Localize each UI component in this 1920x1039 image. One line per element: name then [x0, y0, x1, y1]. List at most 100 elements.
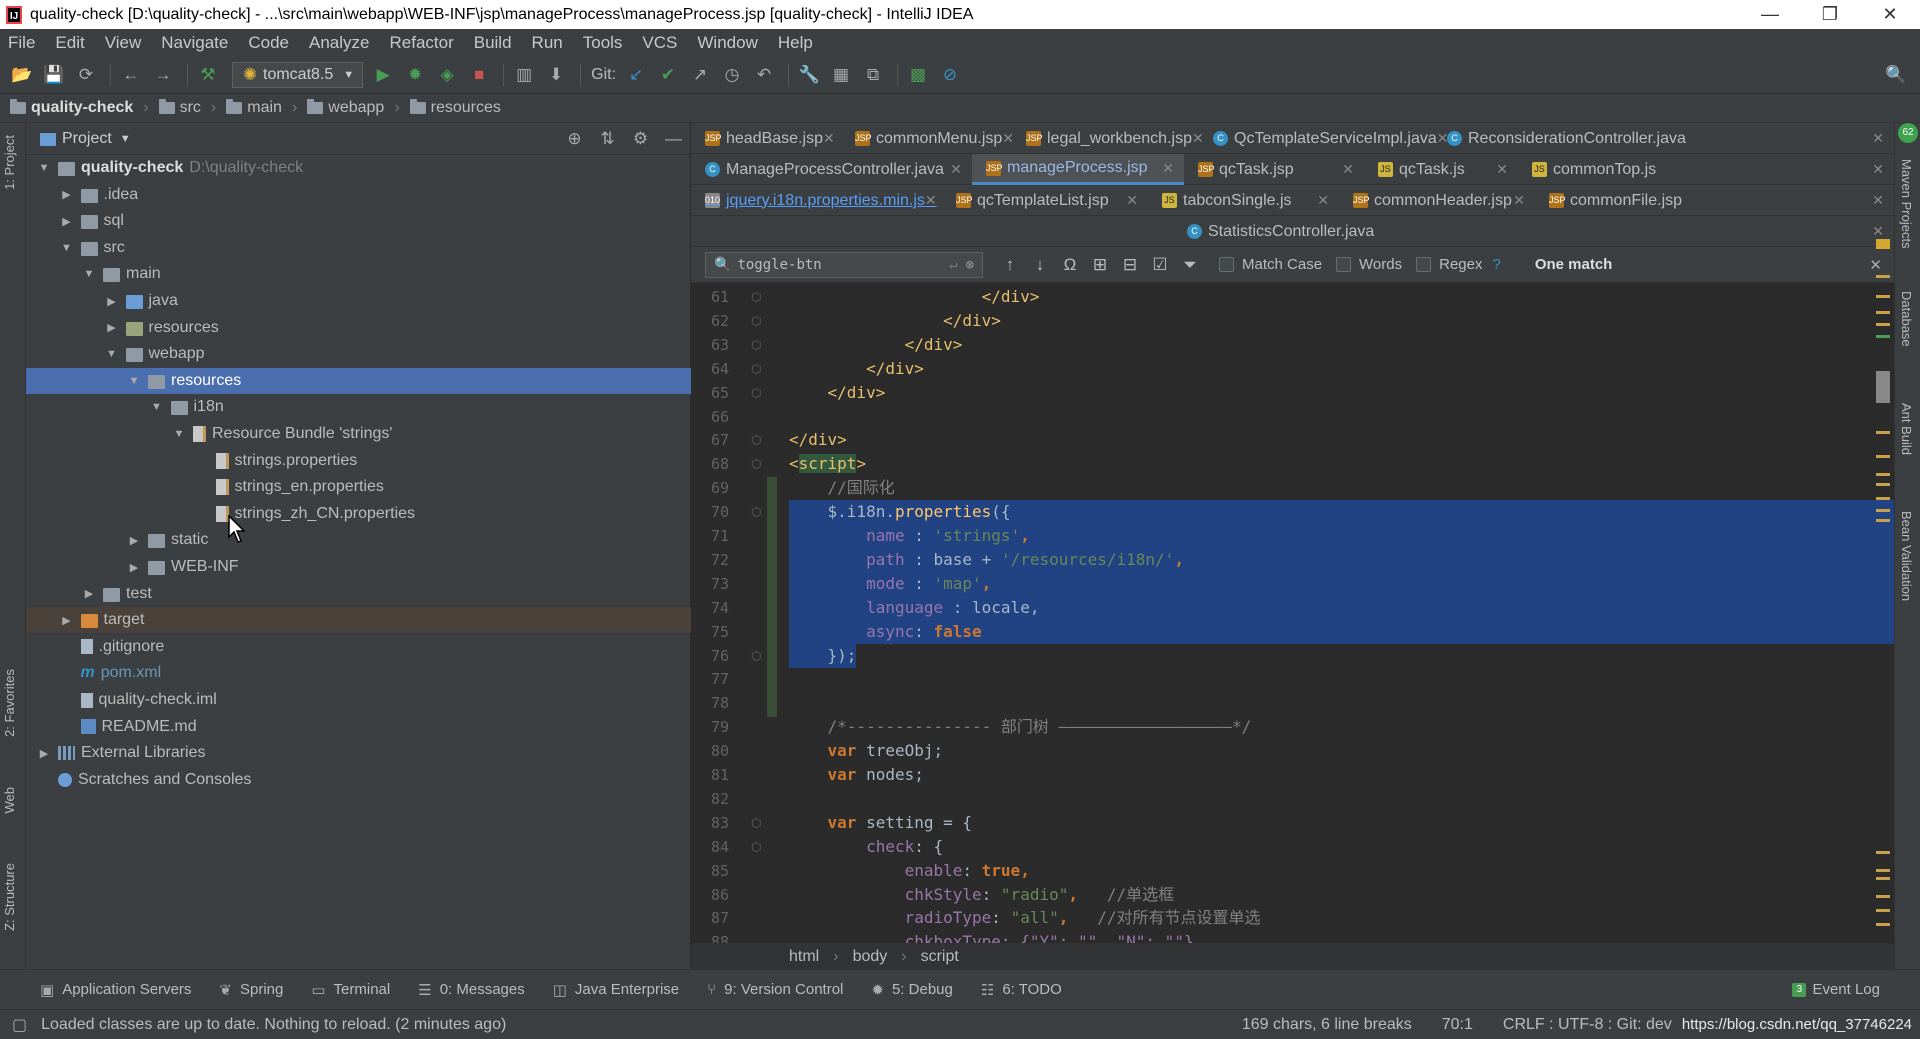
crumb-script[interactable]: script — [921, 948, 959, 966]
close-find-icon[interactable]: ✕ — [1869, 256, 1882, 274]
menu-refactor[interactable]: Refactor — [389, 33, 453, 53]
close-tab-icon[interactable]: ✕ — [1126, 192, 1148, 209]
select-all-occurrences-icon[interactable]: ☑ — [1145, 255, 1175, 275]
error-stripe-marker[interactable] — [1876, 895, 1890, 898]
breadcrumb-webapp[interactable]: webapp — [307, 99, 384, 117]
fold-marker-icon[interactable]: ⬡ — [751, 285, 761, 309]
menu-view[interactable]: View — [105, 33, 142, 53]
maven-projects-tool-tab[interactable]: Maven Projects — [1899, 159, 1914, 249]
error-stripe-marker[interactable] — [1876, 239, 1890, 249]
run-icon[interactable]: ▶ — [369, 61, 397, 89]
close-tab-icon[interactable]: ✕ — [1317, 192, 1339, 209]
attach-icon[interactable]: ▥ — [510, 61, 538, 89]
fold-marker-icon[interactable]: ⬡ — [751, 357, 761, 381]
no-entry-icon[interactable]: ⊘ — [936, 61, 964, 89]
menu-navigate[interactable]: Navigate — [161, 33, 228, 53]
hide-panel-icon[interactable]: — — [657, 129, 690, 149]
search-everywhere-icon[interactable]: 🔍 — [1882, 61, 1910, 89]
error-stripe-marker[interactable] — [1876, 497, 1890, 500]
tree-node[interactable]: ▶ java — [26, 288, 691, 314]
git-history-icon[interactable]: ◷ — [718, 61, 746, 89]
tree-node[interactable]: ▼ webapp — [26, 341, 691, 367]
expanded-arrow-icon[interactable]: ▼ — [126, 375, 142, 387]
close-tab-icon[interactable]: ✕ — [1872, 130, 1894, 147]
error-stripe-marker[interactable] — [1876, 275, 1890, 278]
tree-node[interactable]: ▼ Resource Bundle 'strings' — [26, 421, 691, 447]
editor-tab[interactable]: JSP legal_workbench.jsp ✕ — [1012, 123, 1204, 154]
expanded-arrow-icon[interactable]: ▼ — [104, 348, 120, 360]
fold-marker-icon[interactable]: ⬡ — [751, 500, 761, 524]
menu-build[interactable]: Build — [474, 33, 512, 53]
expanded-arrow-icon[interactable]: ▼ — [171, 428, 187, 440]
minimize-button[interactable]: — — [1740, 4, 1800, 25]
tree-node[interactable]: m pom.xml — [26, 660, 691, 686]
close-tab-icon[interactable]: ✕ — [1513, 192, 1535, 209]
crumb-body[interactable]: body — [853, 948, 888, 966]
collapsed-arrow-icon[interactable]: ▶ — [59, 215, 75, 228]
error-stripe-marker[interactable] — [1876, 519, 1890, 522]
menu-run[interactable]: Run — [532, 33, 563, 53]
menu-file[interactable]: File — [8, 33, 35, 53]
chevron-down-icon[interactable]: ▼ — [120, 133, 131, 145]
editor-tab[interactable]: JS qcTask.js ✕ — [1364, 154, 1518, 185]
close-tab-icon[interactable]: ✕ — [1496, 161, 1518, 178]
expanded-arrow-icon[interactable]: ▼ — [149, 401, 165, 413]
editor-tab[interactable]: 010 jquery.i18n.properties.min.js ✕ — [691, 185, 942, 216]
error-stripe-marker[interactable] — [1876, 509, 1890, 512]
close-tab-icon[interactable]: ✕ — [1872, 192, 1894, 209]
save-all-icon[interactable]: 💾 — [40, 61, 68, 89]
stop-icon[interactable]: ■ — [465, 61, 493, 89]
sync-icon[interactable]: ⟳ — [72, 61, 100, 89]
git-update-icon[interactable]: ↙ — [622, 61, 650, 89]
remove-selection-icon[interactable]: ⊟ — [1115, 255, 1145, 275]
bottom-tool-3[interactable]: ☰ 0: Messages — [418, 981, 525, 999]
collapsed-arrow-icon[interactable]: ▶ — [81, 587, 97, 600]
editor-tab[interactable]: JSP commonMenu.jsp ✕ — [841, 123, 1014, 154]
back-arrow-icon[interactable]: ← — [117, 61, 145, 89]
error-stripe-marker[interactable] — [1876, 455, 1890, 458]
editor-tab[interactable]: JS commonTop.js ✕ — [1518, 154, 1894, 185]
menu-tools[interactable]: Tools — [583, 33, 623, 53]
find-all-icon[interactable]: Ω — [1055, 255, 1085, 275]
editor-tab[interactable]: JSP commonFile.jsp ✕ — [1535, 185, 1894, 216]
forward-arrow-icon[interactable]: → — [149, 61, 177, 89]
expanded-arrow-icon[interactable]: ▼ — [81, 268, 97, 280]
ant-build-tool-tab[interactable]: Ant Build — [1899, 403, 1914, 455]
bottom-tool-7[interactable]: ☷ 6: TODO — [981, 981, 1062, 999]
close-tab-icon[interactable]: ✕ — [1872, 161, 1894, 178]
crumb-html[interactable]: html — [789, 948, 819, 966]
error-stripe-marker[interactable] — [1876, 323, 1890, 326]
bottom-tool-5[interactable]: ⑂ 9: Version Control — [707, 981, 843, 998]
newline-icon[interactable]: ↵ — [949, 257, 957, 273]
error-stripe-marker[interactable] — [1876, 335, 1890, 338]
tree-node[interactable]: ▶ sql — [26, 208, 691, 234]
tree-node[interactable]: ▶ WEB-INF — [26, 554, 691, 580]
fold-marker-icon[interactable]: ⬡ — [751, 452, 761, 476]
error-stripe-marker[interactable] — [1876, 877, 1890, 880]
editor-tab[interactable]: JSP commonHeader.jsp ✕ — [1339, 185, 1535, 216]
menu-vcs[interactable]: VCS — [642, 33, 677, 53]
activity-monitor-icon[interactable]: ▩ — [904, 61, 932, 89]
tree-node[interactable]: ▶ static — [26, 527, 691, 553]
words-checkbox[interactable]: Words — [1336, 256, 1402, 273]
tree-node[interactable]: Scratches and Consoles — [26, 767, 691, 793]
tree-node[interactable]: ▼ main — [26, 261, 691, 287]
tree-node[interactable]: ▼ src — [26, 235, 691, 261]
error-stripe-marker[interactable] — [1876, 483, 1890, 486]
bottom-tool-1[interactable]: ❦ Spring — [219, 981, 283, 999]
web-tool-tab[interactable]: Web — [2, 787, 17, 814]
settings-wrench-icon[interactable]: 🔧 — [795, 61, 823, 89]
tree-node[interactable]: ▶ resources — [26, 315, 691, 341]
bottom-tool-6[interactable]: ✹ 5: Debug — [871, 981, 952, 999]
error-stripe[interactable] — [1874, 239, 1892, 926]
menu-window[interactable]: Window — [697, 33, 757, 53]
error-stripe-marker[interactable] — [1876, 371, 1890, 403]
menu-analyze[interactable]: Analyze — [309, 33, 369, 53]
expanded-arrow-icon[interactable]: ▼ — [36, 162, 52, 174]
filter-icon[interactable]: ⏷ — [1175, 255, 1205, 275]
fold-marker-icon[interactable]: ⬡ — [751, 644, 761, 668]
collapsed-arrow-icon[interactable]: ▶ — [59, 188, 75, 201]
database-tool-tab[interactable]: Database — [1899, 291, 1914, 347]
favorites-tool-tab[interactable]: 2: Favorites — [2, 669, 17, 737]
project-structure-icon[interactable]: ▦ — [827, 61, 855, 89]
